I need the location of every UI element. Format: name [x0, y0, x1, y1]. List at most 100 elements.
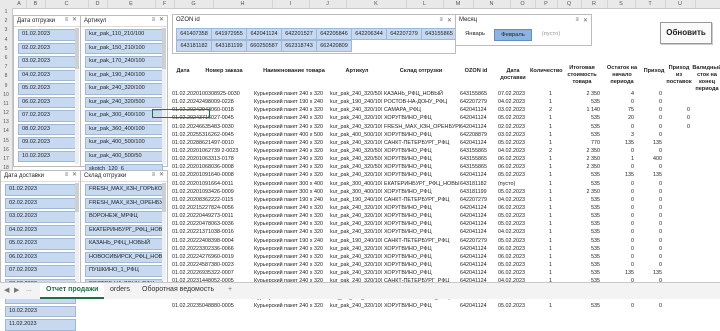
- slicer-item-ozon-id[interactable]: 643181182: [176, 40, 212, 52]
- table-cell[interactable]: 0: [636, 245, 662, 253]
- table-cell[interactable]: 05.02.2023: [498, 212, 530, 220]
- table-cell[interactable]: 642208879: [460, 131, 496, 139]
- table-cell[interactable]: 1: [532, 212, 552, 220]
- table-cell[interactable]: kur_pak_190_240/100: [330, 196, 382, 204]
- table-cell[interactable]: 535: [556, 220, 600, 228]
- table-cell[interactable]: kur_pak_240_320/500: [330, 155, 382, 163]
- table-cell[interactable]: 0100308925-0030: [196, 90, 252, 98]
- slicer-article[interactable]: Артикул ≡ ✕ kur_pak_110_210/100 kur_pak_1…: [80, 15, 168, 176]
- tab-orders[interactable]: orders: [104, 283, 136, 297]
- table-cell[interactable]: ХОРУГВИНО_РФЦ: [384, 131, 460, 139]
- row-number[interactable]: 16: [0, 146, 12, 155]
- table-cell[interactable]: kur_pak_190_240/100: [330, 237, 382, 245]
- slicer-delivery-date[interactable]: Дата доставки ≡ ✕ 01.02.2023 02.02.2023 03…: [0, 170, 81, 331]
- table-cell[interactable]: 21371038-0016: [196, 228, 252, 236]
- column-letter[interactable]: C: [45, 0, 89, 8]
- table-cell[interactable]: 642041124: [460, 253, 496, 261]
- table-cell[interactable]: 642041124: [460, 212, 496, 220]
- table-cell[interactable]: 04.02.2023: [498, 147, 530, 155]
- slicer-item-warehouse[interactable]: FRESH_MAX_КЗН_ГОРЬКО...: [85, 184, 163, 196]
- column-letter[interactable]: F: [155, 0, 175, 8]
- column-letter[interactable]: M: [443, 0, 474, 8]
- row-number[interactable]: 9: [0, 82, 12, 91]
- table-cell[interactable]: 642041124: [460, 139, 496, 147]
- column-letter[interactable]: Q: [557, 0, 582, 8]
- table-cell[interactable]: 1: [532, 261, 552, 269]
- slicer-item-delivery-date[interactable]: 05.02.2023: [5, 238, 76, 250]
- table-cell[interactable]: ХОРУГВИНО_РФЦ: [384, 171, 460, 179]
- table-cell[interactable]: 642041124: [460, 220, 496, 228]
- slicer-item-ship-date[interactable]: 08.02.2023: [18, 123, 76, 135]
- table-cell[interactable]: 23302336-0066: [196, 245, 252, 253]
- table-cell[interactable]: 4: [602, 90, 634, 98]
- slicer-ship-date[interactable]: Дата отгрузки ≡ ✕ 01.02.2023 02.02.2023 03…: [13, 15, 81, 167]
- slicer-item-warehouse[interactable]: FRESH_MAX_КЗН_ОРЕНБУ...: [85, 197, 163, 209]
- table-cell[interactable]: Курьерский пакет 240 х 320: [254, 123, 330, 131]
- table-cell[interactable]: 535: [556, 196, 600, 204]
- table-cell[interactable]: 0: [664, 123, 690, 131]
- table-cell[interactable]: kur_pak_300_400/100: [330, 180, 382, 188]
- table-cell[interactable]: САНКТ-ПЕТЕРБУРГ_РФЦ: [384, 196, 460, 204]
- table-cell[interactable]: 0: [602, 302, 634, 310]
- table-cell[interactable]: 535: [556, 269, 600, 277]
- table-cell[interactable]: 535: [556, 212, 600, 220]
- table-cell[interactable]: Курьерский пакет 240 х 320: [254, 245, 330, 253]
- table-cell[interactable]: 01.02.2023: [172, 98, 196, 106]
- table-cell[interactable]: 1: [532, 220, 552, 228]
- slicer-item-article[interactable]: kur_pak_190_240/100: [85, 69, 163, 81]
- table-cell[interactable]: 1: [532, 98, 552, 106]
- table-cell[interactable]: 01.02.2023: [172, 269, 196, 277]
- table-cell[interactable]: 1: [532, 171, 552, 179]
- column-letter[interactable]: G: [174, 0, 214, 8]
- table-cell[interactable]: Курьерский пакет 240 х 320: [254, 212, 330, 220]
- table-cell[interactable]: 1: [532, 180, 552, 188]
- table-cell[interactable]: Курьерский пакет 240 х 320: [254, 228, 330, 236]
- slicer-item-delivery-date[interactable]: 03.02.2023: [5, 211, 76, 223]
- table-cell[interactable]: 535: [556, 171, 600, 179]
- table-cell[interactable]: 400: [636, 155, 662, 163]
- multiselect-icon[interactable]: ≡: [439, 17, 443, 23]
- table-cell[interactable]: 08362222-0115: [196, 196, 252, 204]
- table-cell[interactable]: Курьерский пакет 240 х 320: [254, 220, 330, 228]
- table-cell[interactable]: kur_pak_240_320/100: [330, 212, 382, 220]
- table-cell[interactable]: 01.02.2023: [172, 220, 196, 228]
- table-cell[interactable]: Курьерский пакет 400 х 500: [254, 131, 330, 139]
- scrollbar[interactable]: [162, 28, 166, 164]
- slicer-item-ozon-id[interactable]: 643181199: [211, 40, 247, 52]
- slicer-item-warehouse[interactable]: ПУШКИНО_1_РФЦ: [85, 265, 163, 277]
- table-cell[interactable]: ХОРУГВИНО_РФЦ: [384, 114, 460, 122]
- table-cell[interactable]: 24276960-0019: [196, 253, 252, 261]
- slicer-item-ship-date[interactable]: 04.02.2023: [18, 69, 76, 81]
- table-cell[interactable]: 643155865: [460, 163, 496, 171]
- column-letter[interactable]: K: [346, 0, 407, 8]
- table-cell[interactable]: 0: [636, 228, 662, 236]
- table-cell[interactable]: 642207279: [460, 237, 496, 245]
- table-cell[interactable]: 642041124: [460, 114, 496, 122]
- slicer-item-warehouse[interactable]: ВОРОНЕЖ_МРФЦ: [85, 211, 163, 223]
- table-cell[interactable]: 0: [636, 261, 662, 269]
- table-cell[interactable]: 06.02.2023: [498, 245, 530, 253]
- table-cell[interactable]: 26935322-0007: [196, 269, 252, 277]
- table-cell[interactable]: 88621497-0010: [196, 139, 252, 147]
- table-cell[interactable]: 05.02.2023: [498, 220, 530, 228]
- table-cell[interactable]: Курьерский пакет 240 х 320: [254, 147, 330, 155]
- table-cell[interactable]: Курьерский пакет 240 х 320: [254, 171, 330, 179]
- table-cell[interactable]: ХОРУГВИНО_РФЦ: [384, 302, 460, 310]
- table-cell[interactable]: 535: [556, 253, 600, 261]
- table-cell[interactable]: 535: [556, 228, 600, 236]
- table-cell[interactable]: 01.02.2023: [172, 90, 196, 98]
- slicer-item-delivery-date[interactable]: 01.02.2023: [5, 184, 76, 196]
- table-cell[interactable]: Курьерский пакет 240 х 320: [254, 253, 330, 261]
- table-cell[interactable]: 0: [664, 106, 690, 114]
- table-cell[interactable]: 535: [556, 204, 600, 212]
- table-cell[interactable]: 01.02.2023: [172, 147, 196, 155]
- table-cell[interactable]: 01.02.2023: [172, 188, 196, 196]
- table-cell[interactable]: 535: [556, 114, 600, 122]
- slicer-item-warehouse[interactable]: КАЗАНЬ_РФЦ_НОВЫЙ: [85, 238, 163, 250]
- table-cell[interactable]: 0: [636, 237, 662, 245]
- table-cell[interactable]: 1: [532, 114, 552, 122]
- table-cell[interactable]: 642041124: [460, 269, 496, 277]
- slicer-item-ozon-id[interactable]: 642207279: [386, 28, 422, 40]
- table-cell[interactable]: Курьерский пакет 240 х 320: [254, 139, 330, 147]
- table-cell[interactable]: 01.02.2023: [172, 253, 196, 261]
